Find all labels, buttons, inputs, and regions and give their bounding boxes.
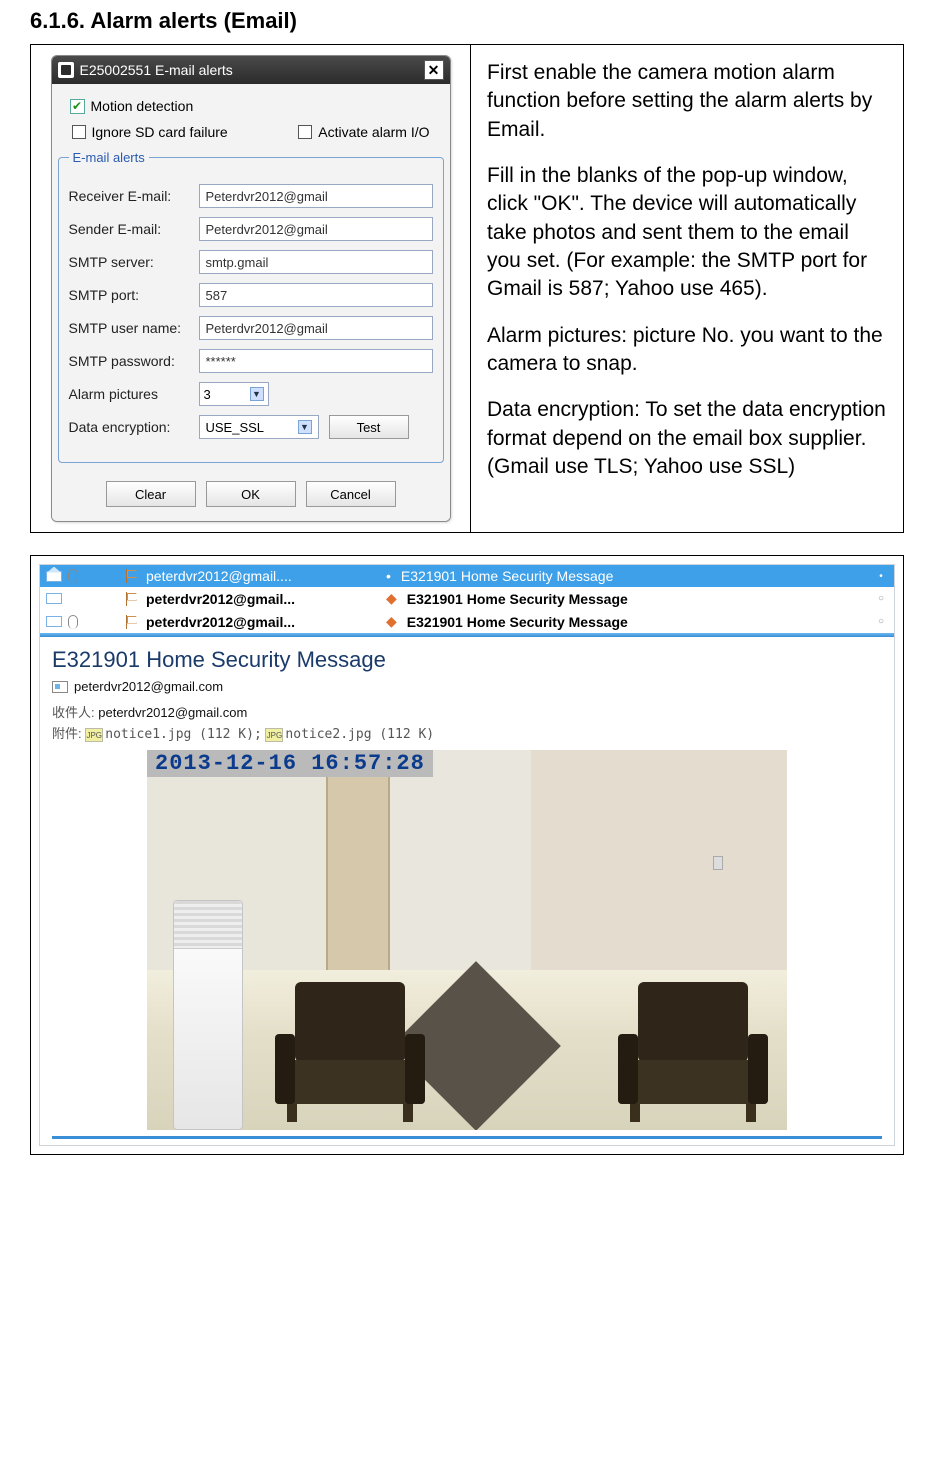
- email-alerts-dialog: E25002551 E-mail alerts ✕ Motion detecti…: [51, 55, 451, 522]
- mail-sender: peterdvr2012@gmail...: [146, 614, 376, 630]
- alarm-pictures-value: 3: [204, 387, 211, 402]
- checkbox-icon: [72, 125, 86, 139]
- sender-email-label: Sender E-mail:: [69, 221, 199, 237]
- activate-io-checkbox[interactable]: Activate alarm I/O: [298, 124, 429, 140]
- smtp-server-label: SMTP server:: [69, 254, 199, 270]
- data-encryption-select[interactable]: USE_SSL ▼: [199, 415, 319, 439]
- camera-icon: [58, 62, 74, 78]
- dot-icon: ○: [874, 616, 888, 627]
- alarm-photo: 2013-12-16 16:57:28: [147, 750, 787, 1130]
- mail-subject: E321901 Home Security Message: [407, 614, 864, 630]
- attach-label: 附件:: [52, 726, 82, 741]
- flag-icon: [126, 615, 136, 629]
- mail-sender: peterdvr2012@gmail....: [146, 568, 376, 584]
- divider: [52, 1136, 882, 1139]
- mail-row[interactable]: peterdvr2012@gmail.... • E321901 Home Se…: [40, 565, 894, 587]
- mail-list: peterdvr2012@gmail.... • E321901 Home Se…: [40, 565, 894, 633]
- message-title: E321901 Home Security Message: [52, 647, 882, 673]
- email-client-screenshot: peterdvr2012@gmail.... • E321901 Home Se…: [30, 555, 904, 1155]
- smtp-port-input[interactable]: [199, 283, 433, 307]
- section-heading: 6.1.6. Alarm alerts (Email): [30, 8, 904, 34]
- dialog-title: E25002551 E-mail alerts: [80, 62, 233, 78]
- activate-io-label: Activate alarm I/O: [318, 124, 429, 140]
- mail-row[interactable]: peterdvr2012@gmail... ◆ E321901 Home Sec…: [40, 587, 894, 610]
- receiver-email-label: Receiver E-mail:: [69, 188, 199, 204]
- flag-icon: [126, 592, 136, 606]
- to-label: 收件人:: [52, 705, 95, 720]
- dot-icon: •: [874, 571, 888, 582]
- flag-icon: [126, 569, 136, 583]
- receiver-email-input[interactable]: [199, 184, 433, 208]
- dialog-screenshot: E25002551 E-mail alerts ✕ Motion detecti…: [31, 45, 471, 532]
- smtp-user-label: SMTP user name:: [69, 320, 199, 336]
- sender-email-input[interactable]: [199, 217, 433, 241]
- message-from: peterdvr2012@gmail.com: [52, 679, 882, 694]
- ok-button[interactable]: OK: [206, 481, 296, 507]
- cancel-button[interactable]: Cancel: [306, 481, 396, 507]
- dot-icon: ○: [874, 593, 888, 604]
- mail-sender: peterdvr2012@gmail...: [146, 591, 376, 607]
- email-alerts-fieldset: E-mail alerts Receiver E-mail: Sender E-…: [58, 150, 444, 463]
- checkbox-checked-icon: [70, 99, 85, 114]
- attachment-icon: [68, 615, 78, 629]
- diamond-icon: ◆: [386, 590, 397, 607]
- data-encryption-label: Data encryption:: [69, 419, 199, 435]
- photo-timestamp: 2013-12-16 16:57:28: [147, 750, 433, 777]
- motion-detection-label: Motion detection: [91, 98, 194, 114]
- chevron-down-icon: ▼: [250, 387, 264, 401]
- mail-subject: E321901 Home Security Message: [407, 591, 864, 607]
- checkbox-icon: [298, 125, 312, 139]
- test-button[interactable]: Test: [329, 415, 409, 439]
- top-panel: E25002551 E-mail alerts ✕ Motion detecti…: [30, 44, 904, 533]
- jpg-icon: JPG: [265, 728, 283, 742]
- instruction-paragraph: Data encryption: To set the data encrypt…: [487, 396, 887, 481]
- chevron-down-icon: ▼: [298, 420, 312, 434]
- attachment-icon: [68, 569, 78, 583]
- message-to: peterdvr2012@gmail.com: [98, 705, 247, 720]
- message-from-text: peterdvr2012@gmail.com: [74, 679, 223, 694]
- attachment-name[interactable]: notice2.jpg (112 K): [285, 727, 434, 742]
- mail-open-icon: [46, 571, 62, 582]
- mail-icon: [46, 593, 62, 604]
- message-to-row: 收件人: peterdvr2012@gmail.com: [52, 702, 882, 721]
- contact-card-icon: [52, 681, 68, 693]
- smtp-user-input[interactable]: [199, 316, 433, 340]
- close-button[interactable]: ✕: [424, 60, 444, 80]
- mail-icon: [46, 616, 62, 627]
- instructions-panel: First enable the camera motion alarm fun…: [471, 45, 903, 532]
- fieldset-legend: E-mail alerts: [69, 150, 149, 165]
- dialog-titlebar: E25002551 E-mail alerts ✕: [52, 56, 450, 84]
- jpg-icon: JPG: [85, 728, 103, 742]
- smtp-port-label: SMTP port:: [69, 287, 199, 303]
- clear-button[interactable]: Clear: [106, 481, 196, 507]
- instruction-paragraph: Fill in the blanks of the pop-up window,…: [487, 162, 887, 304]
- mail-subject: E321901 Home Security Message: [401, 568, 864, 584]
- instruction-paragraph: First enable the camera motion alarm fun…: [487, 59, 887, 144]
- diamond-icon: ◆: [386, 613, 397, 630]
- data-encryption-value: USE_SSL: [206, 420, 265, 435]
- dot-icon: •: [386, 568, 391, 584]
- mail-row[interactable]: peterdvr2012@gmail... ◆ E321901 Home Sec…: [40, 610, 894, 633]
- smtp-password-label: SMTP password:: [69, 353, 199, 369]
- message-attachments-row: 附件: JPGnotice1.jpg (112 K); JPGnotice2.j…: [52, 723, 882, 742]
- ignore-sd-checkbox[interactable]: Ignore SD card failure: [72, 124, 228, 140]
- alarm-pictures-select[interactable]: 3 ▼: [199, 382, 269, 406]
- smtp-server-input[interactable]: [199, 250, 433, 274]
- ignore-sd-label: Ignore SD card failure: [92, 124, 228, 140]
- message-body: E321901 Home Security Message peterdvr20…: [40, 637, 894, 1145]
- attachment-name[interactable]: notice1.jpg (112 K);: [105, 727, 262, 742]
- motion-detection-checkbox[interactable]: Motion detection: [70, 98, 432, 114]
- instruction-paragraph: Alarm pictures: picture No. you want to …: [487, 322, 887, 379]
- smtp-password-input[interactable]: [199, 349, 433, 373]
- alarm-pictures-label: Alarm pictures: [69, 386, 199, 402]
